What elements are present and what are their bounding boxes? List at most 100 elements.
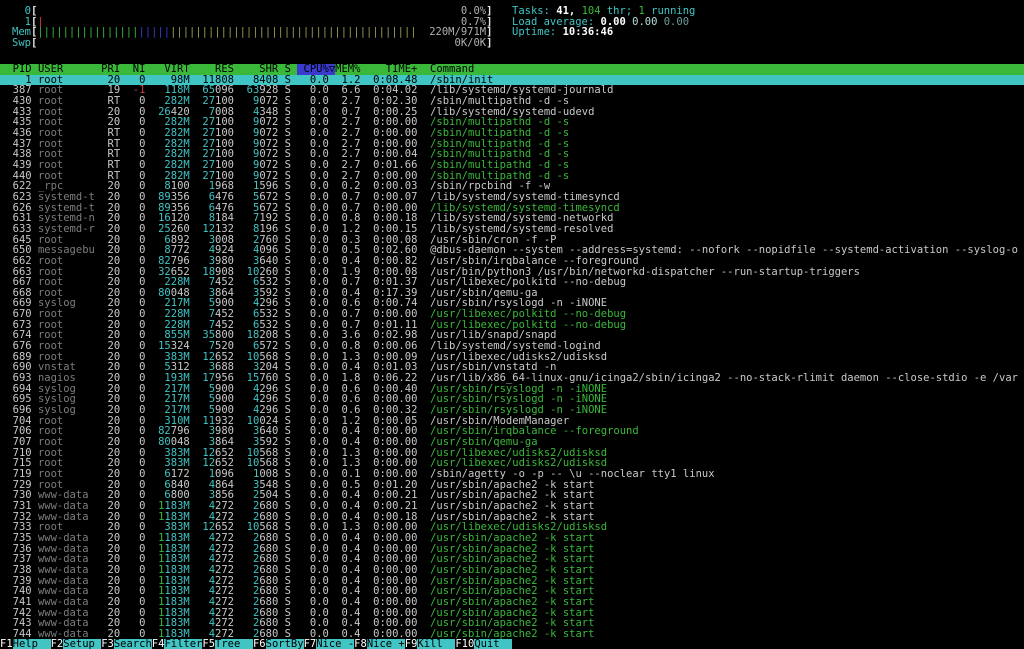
fkey-f8-nice[interactable]: F8Nice +: [354, 639, 405, 649]
process-row-pid-739[interactable]: 739 www-data 20 0 1183M 4272 2680 S 0.0 …: [0, 576, 1024, 587]
process-row-pid-662[interactable]: 662 root 20 0 82796 3980 3640 S 0.0 0.4 …: [0, 256, 1024, 267]
fkey-f10-quit[interactable]: F10Quit: [455, 639, 512, 649]
process-row-pid-735[interactable]: 735 www-data 20 0 1183M 4272 2680 S 0.0 …: [0, 533, 1024, 544]
process-row-pid-633[interactable]: 633 systemd-r 20 0 25260 12132 8196 S 0.…: [0, 224, 1024, 235]
process-row-pid-626[interactable]: 626 systemd-t 20 0 89356 6476 5672 S 0.0…: [0, 203, 1024, 214]
fkey-f1-help[interactable]: F1Help: [0, 639, 51, 649]
process-row-pid-670[interactable]: 670 root 20 0 228M 7452 6532 S 0.0 0.7 0…: [0, 309, 1024, 320]
process-row-pid-433[interactable]: 433 root 20 0 26420 7008 4348 S 0.0 0.7 …: [0, 107, 1024, 118]
process-row-pid-436[interactable]: 436 root RT 0 282M 27100 9072 S 0.0 2.7 …: [0, 128, 1024, 139]
process-row-pid-645[interactable]: 645 root 20 0 6892 3008 2760 S 0.0 0.3 0…: [0, 235, 1024, 246]
fkey-f2-setup[interactable]: F2Setup: [51, 639, 102, 649]
cell-res: 12: [202, 448, 215, 459]
column-header-pri[interactable]: PRI: [101, 64, 120, 75]
column-header-mem[interactable]: MEM%: [335, 64, 360, 75]
process-row-pid-668[interactable]: 668 root 20 0 80048 3864 3592 S 0.0 0.4 …: [0, 288, 1024, 299]
process-row-pid-731[interactable]: 731 www-data 20 0 1183M 4272 2680 S 0.0 …: [0, 501, 1024, 512]
cell-pid: 690: [0, 362, 32, 373]
process-row-pid-667[interactable]: 667 root 20 0 228M 7452 6532 S 0.0 0.7 0…: [0, 277, 1024, 288]
cell-res: [196, 192, 209, 203]
cell-time: 0:02.30: [367, 96, 418, 107]
process-row-pid-695[interactable]: 695 syslog 20 0 217M 5900 4296 S 0.0 0.6…: [0, 394, 1024, 405]
cell-shr: 096: [259, 245, 278, 256]
process-row-pid-387[interactable]: 387 root 19 -1 118M 65096 63928 S 0.0 6.…: [0, 85, 1024, 96]
process-row-pid-631[interactable]: 631 systemd-n 20 0 16120 8184 7192 S 0.0…: [0, 213, 1024, 224]
cell-priority: 20: [101, 544, 120, 555]
process-row-pid-437[interactable]: 437 root RT 0 282M 27100 9072 S 0.0 2.7 …: [0, 139, 1024, 150]
process-row-pid-742[interactable]: 742 www-data 20 0 1183M 4272 2680 S 0.0 …: [0, 608, 1024, 619]
process-row-pid-650[interactable]: 650 messagebu 20 0 8772 4924 4096 S 0.0 …: [0, 245, 1024, 256]
cell-mem-percent: 1.3: [335, 522, 360, 533]
column-header-cpu-sorted[interactable]: CPU%▽: [297, 64, 335, 75]
process-row-pid-623[interactable]: 623 systemd-t 20 0 89356 6476 5672 S 0.0…: [0, 192, 1024, 203]
process-row-pid-730[interactable]: 730 www-data 20 0 6800 3856 2504 S 0.0 0…: [0, 490, 1024, 501]
cell-user: systemd-t: [38, 192, 95, 203]
process-row-pid-732[interactable]: 732 www-data 20 0 1183M 4272 2680 S 0.0 …: [0, 512, 1024, 523]
fkey-f4-filter[interactable]: F4Filter: [152, 639, 203, 649]
process-row-pid-737[interactable]: 737 www-data 20 0 1183M 4272 2680 S 0.0 …: [0, 554, 1024, 565]
process-row-pid-430[interactable]: 430 root RT 0 282M 27100 9072 S 0.0 2.7 …: [0, 96, 1024, 107]
cell-command: /usr/lib/snapd/snapd: [430, 330, 556, 341]
process-row-pid-440[interactable]: 440 root RT 0 282M 27100 9072 S 0.0 2.7 …: [0, 171, 1024, 182]
process-row-pid-707[interactable]: 707 root 20 0 80048 3864 3592 S 0.0 0.4 …: [0, 437, 1024, 448]
cell-mem-percent: 2.7: [335, 139, 360, 150]
process-row-pid-741[interactable]: 741 www-data 20 0 1183M 4272 2680 S 0.0 …: [0, 597, 1024, 608]
cell-shr: [240, 160, 253, 171]
process-row-pid-743[interactable]: 743 www-data 20 0 1183M 4272 2680 S 0.0 …: [0, 618, 1024, 629]
column-header-ni[interactable]: NI: [126, 64, 145, 75]
cell-mem-percent: 0.6: [335, 405, 360, 416]
process-row-pid-663[interactable]: 663 root 20 0 32652 18908 10260 S 0.0 1.…: [0, 267, 1024, 278]
spacer: [417, 64, 430, 75]
fkey-f6-sortby[interactable]: F6SortBy: [253, 639, 304, 649]
process-row-pid-622[interactable]: 622 _rpc 20 0 8100 1968 1596 S 0.0 0.2 0…: [0, 181, 1024, 192]
fkey-f7-nice[interactable]: F7Nice -: [304, 639, 355, 649]
column-header-command[interactable]: Command: [430, 64, 474, 75]
cell-user: root: [38, 309, 95, 320]
summary-segment: Uptime:: [512, 26, 563, 38]
process-row-pid-719[interactable]: 719 root 20 0 6172 1096 1008 S 0.0 0.1 0…: [0, 469, 1024, 480]
cell-user: www-data: [38, 501, 95, 512]
column-header-pid[interactable]: PID: [0, 64, 32, 75]
cell-user: systemd-t: [38, 203, 95, 214]
process-row-pid-676[interactable]: 676 root 20 0 15324 7520 6572 S 0.0 0.8 …: [0, 341, 1024, 352]
column-header-time[interactable]: TIME+: [367, 64, 418, 75]
column-header-shr[interactable]: SHR: [240, 64, 278, 75]
cell-shr: [240, 288, 253, 299]
process-row-pid-673[interactable]: 673 root 20 0 228M 7452 6532 S 0.0 0.7 0…: [0, 320, 1024, 331]
process-row-pid-710[interactable]: 710 root 20 0 383M 12652 10568 S 0.0 1.3…: [0, 448, 1024, 459]
process-row-pid-694[interactable]: 694 syslog 20 0 217M 5900 4296 S 0.0 0.6…: [0, 384, 1024, 395]
process-row-pid-435[interactable]: 435 root 20 0 282M 27100 9072 S 0.0 2.7 …: [0, 117, 1024, 128]
fkey-f3-search[interactable]: F3Search: [101, 639, 152, 649]
process-row-pid-740[interactable]: 740 www-data 20 0 1183M 4272 2680 S 0.0 …: [0, 586, 1024, 597]
process-row-pid-669[interactable]: 669 syslog 20 0 217M 5900 4296 S 0.0 0.6…: [0, 298, 1024, 309]
process-row-pid-733[interactable]: 733 root 20 0 383M 12652 10568 S 0.0 1.3…: [0, 522, 1024, 533]
process-row-pid-706[interactable]: 706 root 20 0 82796 3980 3640 S 0.0 0.4 …: [0, 426, 1024, 437]
process-row-pid-693[interactable]: 693 nagios 20 0 193M 17956 15760 S 0.0 1…: [0, 373, 1024, 384]
cell-user: root: [38, 96, 95, 107]
process-row-pid-438[interactable]: 438 root RT 0 282M 27100 9072 S 0.0 2.7 …: [0, 149, 1024, 160]
cell-res: 968: [215, 181, 234, 192]
cell-mem-percent: 0.2: [335, 181, 360, 192]
process-row-pid-715[interactable]: 715 root 20 0 383M 12652 10568 S 0.0 1.3…: [0, 458, 1024, 469]
column-header-virt[interactable]: VIRT: [152, 64, 190, 75]
cell-virt: [152, 522, 165, 533]
fkey-f5-tree[interactable]: F5Tree: [202, 639, 253, 649]
process-row-pid-704[interactable]: 704 root 20 0 310M 11932 10024 S 0.0 1.2…: [0, 416, 1024, 427]
process-row-pid-1[interactable]: 1 root 20 0 98M 11808 8408 S 0.0 1.2 0:0…: [0, 75, 1024, 86]
cell-command: /usr/sbin/rsyslogd -n -iNONE: [430, 384, 607, 395]
process-row-pid-690[interactable]: 690 vnstat 20 0 5312 3688 3204 S 0.0 0.4…: [0, 362, 1024, 373]
column-header-user[interactable]: USER: [38, 64, 95, 75]
cell-res: 864: [215, 288, 234, 299]
cell-pid: 740: [0, 586, 32, 597]
cell-pid: 743: [0, 618, 32, 629]
column-header-res[interactable]: RES: [196, 64, 234, 75]
fkey-f9-kill[interactable]: F9Kill: [405, 639, 456, 649]
process-row-pid-439[interactable]: 439 root RT 0 282M 27100 9072 S 0.0 2.7 …: [0, 160, 1024, 171]
cell-priority: 20: [101, 512, 120, 523]
process-row-pid-674[interactable]: 674 root 20 0 855M 35800 18208 S 0.0 3.6…: [0, 330, 1024, 341]
process-row-pid-738[interactable]: 738 www-data 20 0 1183M 4272 2680 S 0.0 …: [0, 565, 1024, 576]
process-row-pid-736[interactable]: 736 www-data 20 0 1183M 4272 2680 S 0.0 …: [0, 544, 1024, 555]
process-row-pid-689[interactable]: 689 root 20 0 383M 12652 10568 S 0.0 1.3…: [0, 352, 1024, 363]
process-row-pid-696[interactable]: 696 syslog 20 0 217M 5900 4296 S 0.0 0.6…: [0, 405, 1024, 416]
process-row-pid-729[interactable]: 729 root 20 0 6840 4864 3548 S 0.0 0.5 0…: [0, 480, 1024, 491]
